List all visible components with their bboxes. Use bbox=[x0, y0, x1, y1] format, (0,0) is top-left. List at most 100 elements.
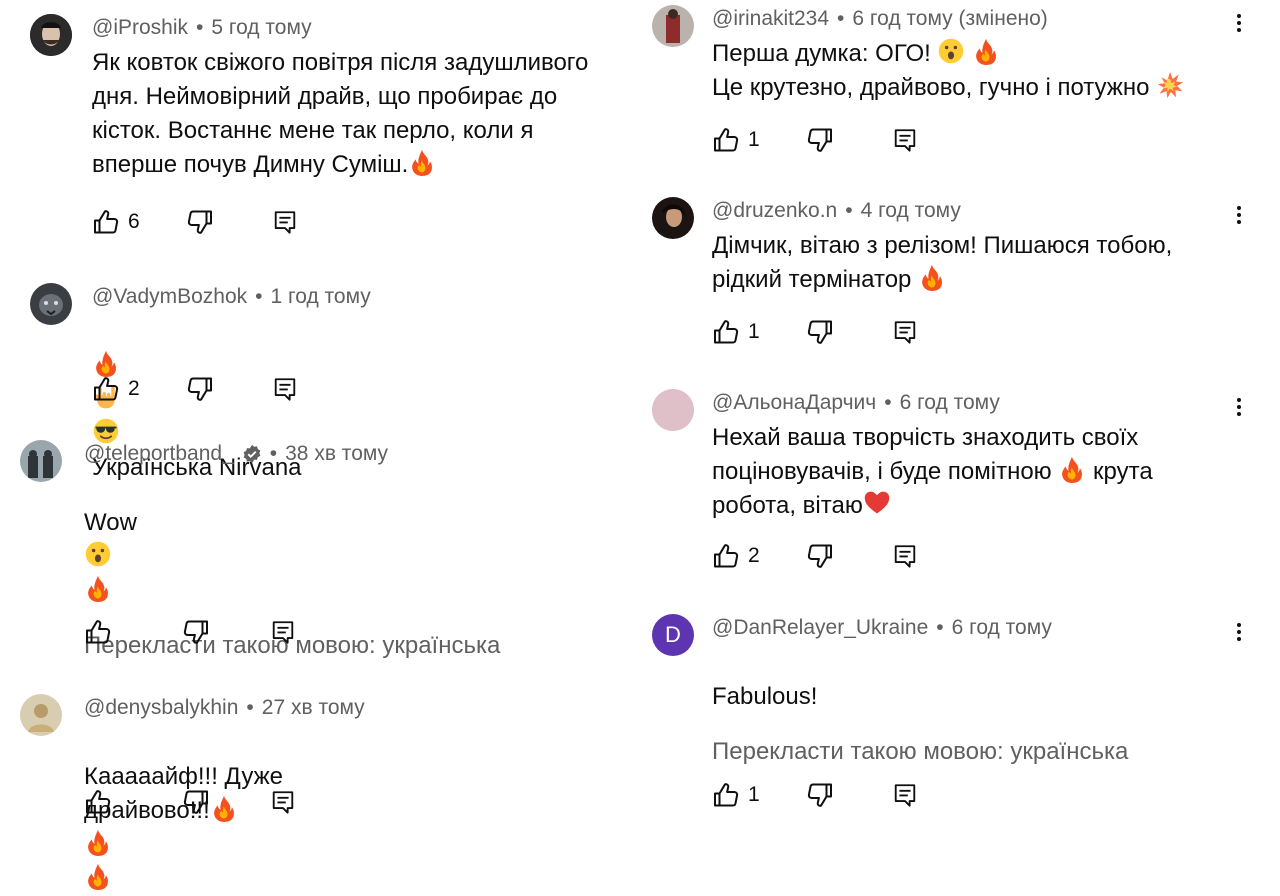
reply-icon bbox=[272, 375, 298, 403]
verified-icon bbox=[242, 444, 262, 464]
author-name[interactable]: @VadymBozhok bbox=[92, 283, 247, 311]
thumbs-up-icon bbox=[712, 542, 740, 570]
like-button[interactable]: 2 bbox=[92, 375, 140, 403]
dislike-button[interactable] bbox=[806, 781, 834, 809]
comment-actions: 2 bbox=[92, 373, 298, 405]
comment-text-line: Це крутезно, драйвово, гучно і потужно bbox=[712, 74, 1150, 101]
avatar[interactable] bbox=[20, 694, 62, 736]
thumbs-down-icon bbox=[806, 781, 834, 809]
comment-time[interactable]: 6 год тому (змінено) bbox=[852, 5, 1047, 33]
reply-button[interactable] bbox=[892, 318, 918, 346]
more-vert-icon[interactable] bbox=[1234, 395, 1244, 425]
comment-text-line: поціновувачів, і буде помітною bbox=[712, 458, 1052, 485]
comment-text-line: Дімчик, вітаю з релізом! Пишаюся тобою, bbox=[712, 232, 1173, 259]
avatar[interactable] bbox=[30, 14, 72, 56]
reply-button[interactable] bbox=[272, 375, 298, 403]
comment-time[interactable]: 6 год тому bbox=[900, 389, 1000, 417]
separator: • bbox=[196, 16, 204, 39]
comment-actions: 1 bbox=[712, 316, 918, 348]
comment-time[interactable]: 5 год тому bbox=[211, 14, 311, 42]
reply-button[interactable] bbox=[270, 618, 296, 646]
thumbs-down-icon bbox=[182, 618, 210, 646]
avatar[interactable] bbox=[30, 283, 72, 325]
reply-button[interactable] bbox=[272, 208, 298, 236]
comment-actions: 1 bbox=[712, 124, 918, 156]
like-button[interactable] bbox=[84, 788, 130, 816]
dislike-button[interactable] bbox=[182, 618, 210, 646]
like-button[interactable] bbox=[84, 618, 130, 646]
author-name[interactable]: @teleportband_ bbox=[84, 440, 234, 468]
avatar[interactable] bbox=[652, 5, 694, 47]
like-button[interactable]: 6 bbox=[92, 208, 140, 236]
comment-meta: @druzenko.n • 4 год тому bbox=[712, 197, 1172, 225]
thumbs-up-icon bbox=[712, 318, 740, 346]
separator: • bbox=[837, 7, 845, 30]
comment-actions bbox=[84, 786, 296, 818]
reply-button[interactable] bbox=[892, 126, 918, 154]
comment-meta: @teleportband_ • 38 хв тому bbox=[84, 440, 500, 468]
separator: • bbox=[884, 391, 892, 414]
comment-actions: 6 bbox=[92, 206, 298, 238]
more-vert-icon[interactable] bbox=[1234, 620, 1244, 650]
comment-meta: @VadymBozhok • 1 год тому bbox=[92, 283, 371, 311]
comment-meta: @denysbalykhin • 27 хв тому bbox=[84, 694, 365, 722]
dislike-button[interactable] bbox=[806, 318, 834, 346]
author-name[interactable]: @iProshik bbox=[92, 14, 188, 42]
thumbs-down-icon bbox=[806, 318, 834, 346]
author-name[interactable]: @DanRelayer_Ukraine bbox=[712, 614, 928, 642]
more-vert-icon[interactable] bbox=[1234, 11, 1244, 41]
thumbs-down-icon bbox=[186, 375, 214, 403]
like-count: 2 bbox=[128, 377, 140, 400]
author-name[interactable]: @АльонаДарчич bbox=[712, 389, 876, 417]
dislike-button[interactable] bbox=[186, 208, 214, 236]
avatar[interactable]: D bbox=[652, 614, 694, 656]
like-count: 1 bbox=[748, 128, 760, 151]
dislike-button[interactable] bbox=[182, 788, 210, 816]
thumbs-down-icon bbox=[806, 126, 834, 154]
comment-text-line: Перша думка: ОГО! bbox=[712, 40, 931, 67]
thumbs-up-icon bbox=[84, 788, 112, 816]
fire-emoji bbox=[408, 148, 436, 176]
author-name[interactable]: @druzenko.n bbox=[712, 197, 837, 225]
comment-text-line: крута bbox=[1093, 458, 1153, 485]
comment-text: Wow bbox=[84, 472, 500, 608]
like-button[interactable]: 2 bbox=[712, 542, 760, 570]
comment-text: Fabulous! bbox=[712, 646, 1128, 714]
comment-meta: @iProshik • 5 год тому bbox=[92, 14, 652, 42]
surprised-face-emoji bbox=[84, 540, 112, 568]
thumbs-down-icon bbox=[806, 542, 834, 570]
reply-button[interactable] bbox=[270, 788, 296, 816]
comment-actions: 2 bbox=[712, 540, 918, 572]
dislike-button[interactable] bbox=[186, 375, 214, 403]
comment-time[interactable]: 38 хв тому bbox=[285, 440, 388, 468]
comment-meta: @irinakit234 • 6 год тому (змінено) bbox=[712, 5, 1184, 33]
like-button[interactable]: 1 bbox=[712, 781, 760, 809]
comment-text-line: Нехай ваша творчість знаходить своїх bbox=[712, 424, 1139, 451]
fire-emoji bbox=[84, 574, 112, 602]
avatar[interactable] bbox=[652, 389, 694, 431]
reply-button[interactable] bbox=[892, 781, 918, 809]
avatar[interactable] bbox=[652, 197, 694, 239]
comment-text-content: Wow bbox=[84, 509, 137, 536]
comment-time[interactable]: 1 год тому bbox=[271, 283, 371, 311]
like-count: 1 bbox=[748, 783, 760, 806]
more-vert-icon[interactable] bbox=[1234, 203, 1244, 233]
reply-button[interactable] bbox=[892, 542, 918, 570]
like-button[interactable]: 1 bbox=[712, 318, 760, 346]
avatar[interactable] bbox=[20, 440, 62, 482]
comment-time[interactable]: 6 год тому bbox=[952, 614, 1052, 642]
dislike-button[interactable] bbox=[806, 126, 834, 154]
author-name[interactable]: @denysbalykhin bbox=[84, 694, 238, 722]
dislike-button[interactable] bbox=[806, 542, 834, 570]
comment-time[interactable]: 27 хв тому bbox=[262, 694, 365, 722]
surprised-face-emoji bbox=[937, 37, 965, 65]
like-button[interactable]: 1 bbox=[712, 126, 760, 154]
translate-link[interactable]: Перекласти такою мовою: українська bbox=[712, 736, 1128, 768]
comment-text: Як ковток свіжого повітря після задушлив… bbox=[92, 46, 652, 182]
thumbs-up-icon bbox=[84, 618, 112, 646]
author-name[interactable]: @irinakit234 bbox=[712, 5, 829, 33]
thumbs-down-icon bbox=[182, 788, 210, 816]
like-count: 6 bbox=[128, 210, 140, 233]
comment-time[interactable]: 4 год тому bbox=[861, 197, 961, 225]
comment-text: Перша думка: ОГО! Це крутезно, драйвово,… bbox=[712, 37, 1184, 105]
